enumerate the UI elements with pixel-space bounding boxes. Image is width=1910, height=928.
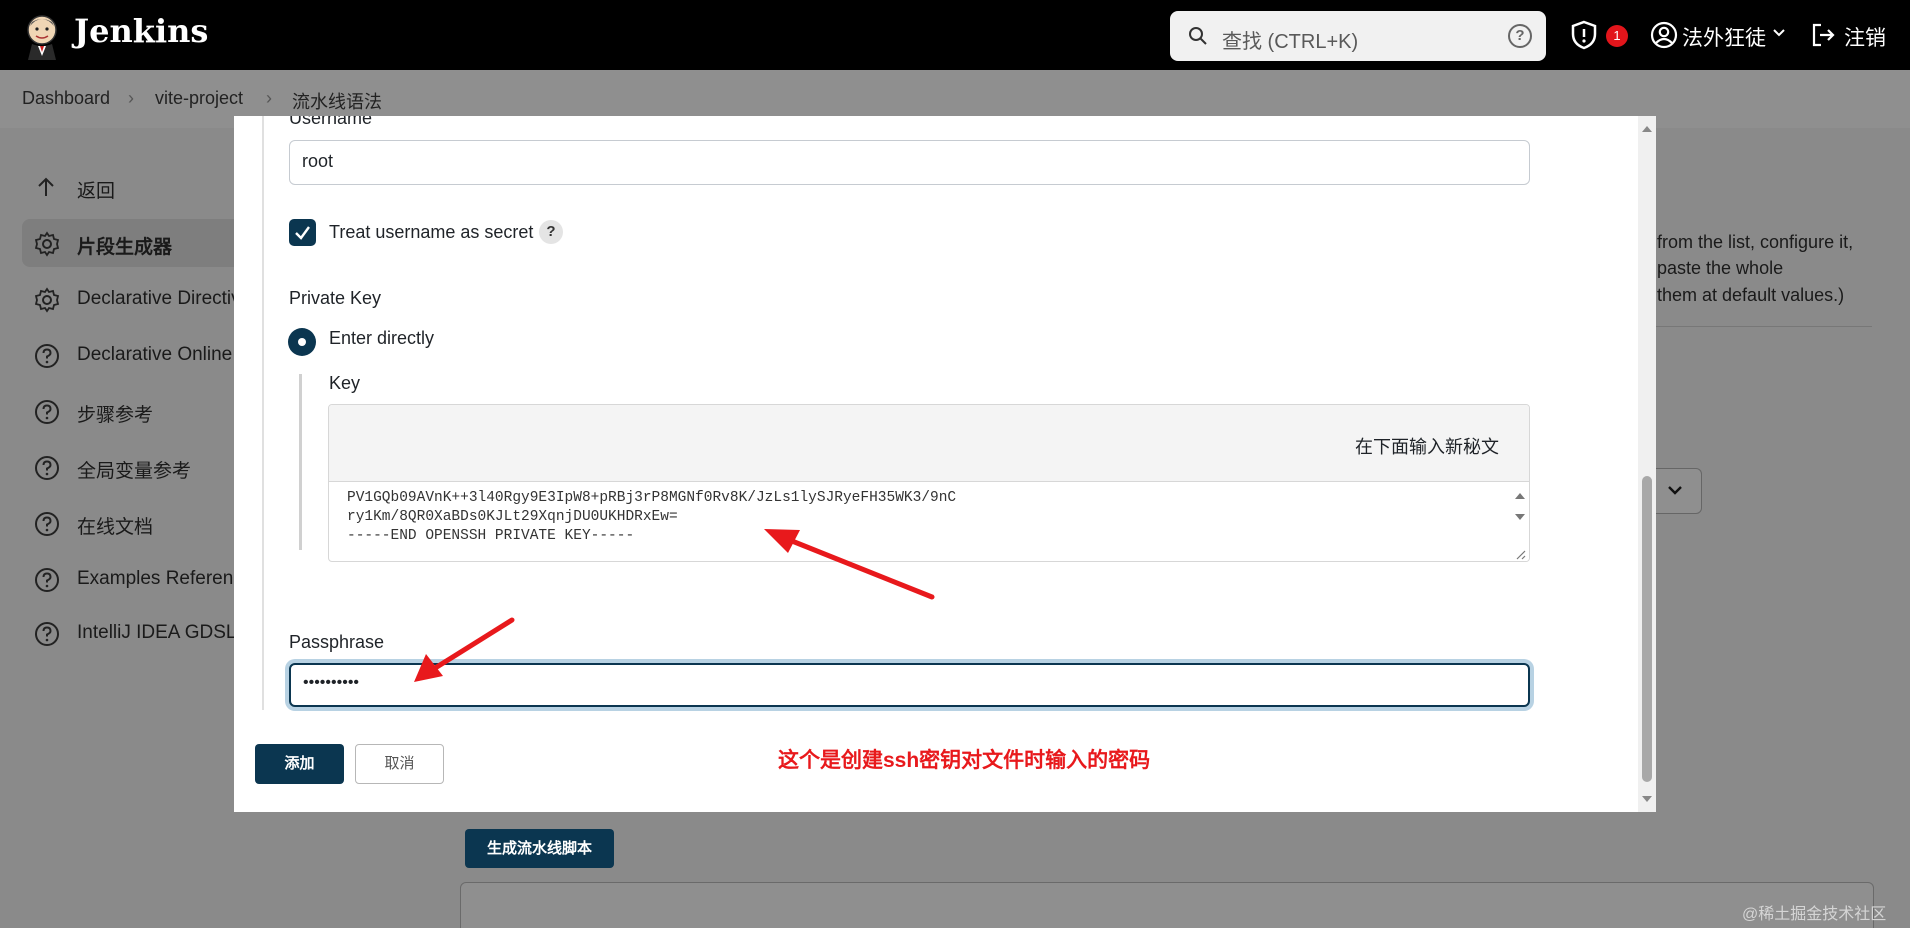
- user-avatar-icon[interactable]: [1650, 21, 1678, 49]
- help-circle-icon: [35, 568, 59, 592]
- sidebar-item-back[interactable]: 返回: [22, 163, 252, 211]
- username-label: Username: [289, 116, 373, 128]
- help-circle-icon: [35, 622, 59, 646]
- help-circle-icon: [35, 344, 59, 368]
- treat-username-secret-checkbox[interactable]: [289, 219, 316, 246]
- generate-pipeline-script-button[interactable]: 生成流水线脚本: [465, 829, 614, 868]
- sidebar-item-snippet-generator[interactable]: 片段生成器: [22, 219, 252, 267]
- add-credentials-dialog: Username root Treat username as secret ?…: [234, 116, 1656, 812]
- sidebar-item-label: 全局变量参考: [77, 461, 192, 482]
- treat-username-secret-label[interactable]: Treat username as secret: [329, 222, 533, 243]
- scroll-down-icon[interactable]: [1638, 790, 1656, 808]
- scroll-down-icon[interactable]: [1511, 507, 1529, 527]
- form-section-line: [262, 116, 264, 710]
- key-header[interactable]: 在下面输入新秘文: [329, 405, 1529, 482]
- brand-name[interactable]: Jenkins: [74, 12, 208, 50]
- sidebar-item-label: 步骤参考: [77, 405, 154, 426]
- breadcrumb-dashboard[interactable]: Dashboard: [22, 88, 110, 109]
- security-shield-icon[interactable]: [1570, 20, 1598, 50]
- sidebar-item-label: 返回: [77, 181, 116, 202]
- arrow-up-icon: [38, 177, 54, 196]
- sidebar-item-label: Declarative Online: [77, 344, 233, 365]
- search-box[interactable]: 查找 (CTRL+K) ?: [1170, 11, 1546, 61]
- scrollbar-thumb[interactable]: [1642, 476, 1652, 782]
- gear-icon: [34, 287, 60, 313]
- private-key-editor: 在下面输入新秘文 PV1GQb09AVnK++3l40Rgy9E3IpW8+pR…: [328, 404, 1530, 562]
- sidebar-item-examples-reference[interactable]: Examples Reference: [22, 555, 254, 603]
- sidebar-item-label: 片段生成器: [77, 237, 173, 258]
- scroll-up-icon[interactable]: [1638, 120, 1656, 138]
- gear-icon: [34, 231, 60, 257]
- chevron-down-icon: [1668, 486, 1682, 495]
- key-placeholder-text: 在下面输入新秘文: [1355, 437, 1499, 457]
- watermark: @稀土掘金技术社区: [1742, 906, 1887, 923]
- search-icon: [1189, 27, 1207, 45]
- private-key-label: Private Key: [289, 288, 382, 308]
- step-select-dropdown[interactable]: [1652, 468, 1702, 514]
- sidebar-item-label: 在线文档: [77, 517, 154, 538]
- user-name[interactable]: 法外狂徒: [1682, 22, 1766, 52]
- enter-directly-label[interactable]: Enter directly: [329, 328, 434, 349]
- key-label: Key: [329, 373, 361, 393]
- sidebar-item-global-variables[interactable]: 全局变量参考: [22, 443, 252, 491]
- top-bar: Jenkins 查找 (CTRL+K) ? 1 法外狂徒 注销: [0, 0, 1910, 70]
- sidebar-item-declarative-directive[interactable]: Declarative Directive: [22, 275, 252, 323]
- sidebar-item-intellij-gdsl[interactable]: IntelliJ IDEA GDSL: [22, 609, 252, 657]
- search-placeholder: 查找 (CTRL+K): [1222, 31, 1359, 53]
- breadcrumb-vite-project[interactable]: vite-project: [155, 88, 243, 109]
- logout-link[interactable]: 注销: [1844, 22, 1886, 52]
- breadcrumb-pipeline-syntax[interactable]: 流水线语法: [292, 88, 382, 114]
- resize-handle-icon[interactable]: [1513, 547, 1527, 561]
- username-field[interactable]: root: [289, 140, 1530, 185]
- dialog-scrollbar[interactable]: [1638, 116, 1656, 812]
- page-description-line: paste the whole: [1657, 258, 1784, 278]
- sidebar-item-label: Declarative Directive: [77, 288, 252, 309]
- sidebar-item-label: IntelliJ IDEA GDSL: [77, 622, 237, 643]
- page-description-line: them at default values.): [1657, 285, 1845, 305]
- cancel-button[interactable]: 取消: [355, 744, 444, 784]
- generated-script-textarea[interactable]: [460, 882, 1874, 928]
- passphrase-value: ••••••••••: [303, 674, 360, 691]
- logout-icon[interactable]: [1810, 22, 1836, 48]
- sidebar-item-step-reference[interactable]: 步骤参考: [22, 387, 252, 435]
- help-circle-icon: [35, 400, 59, 424]
- textarea-scrollbar[interactable]: [1511, 483, 1529, 561]
- passphrase-field[interactable]: ••••••••••: [289, 663, 1530, 707]
- sidebar-item-online-docs[interactable]: 在线文档: [22, 499, 252, 547]
- sidebar-item-declarative-online[interactable]: Declarative Online: [22, 331, 252, 379]
- username-value: root: [302, 151, 334, 171]
- add-button[interactable]: 添加: [255, 744, 344, 784]
- search-help-icon[interactable]: ?: [1508, 24, 1532, 48]
- jenkins-logo-icon[interactable]: [22, 12, 62, 60]
- scroll-up-icon[interactable]: [1511, 486, 1529, 506]
- notification-badge[interactable]: 1: [1606, 25, 1628, 47]
- enter-directly-radio[interactable]: [288, 328, 316, 356]
- passphrase-label: Passphrase: [289, 632, 385, 652]
- annotation-text: 这个是创建ssh密钥对文件时输入的密码: [778, 749, 1151, 772]
- chevron-down-icon[interactable]: [1772, 27, 1786, 39]
- checkmark-icon: [295, 226, 310, 240]
- private-key-textarea[interactable]: PV1GQb09AVnK++3l40Rgy9E3IpW8+pRBj3rP8MGN…: [347, 489, 956, 546]
- divider: [1656, 326, 1872, 327]
- help-icon[interactable]: ?: [539, 220, 563, 244]
- nested-section-line: [299, 374, 302, 550]
- sidebar-item-label: Examples Reference: [77, 568, 254, 589]
- help-circle-icon: [35, 512, 59, 536]
- breadcrumb-separator: ›: [266, 88, 272, 108]
- help-circle-icon: [35, 456, 59, 480]
- breadcrumb-separator: ›: [128, 88, 134, 108]
- page-description-line: from the list, configure it,: [1657, 232, 1854, 252]
